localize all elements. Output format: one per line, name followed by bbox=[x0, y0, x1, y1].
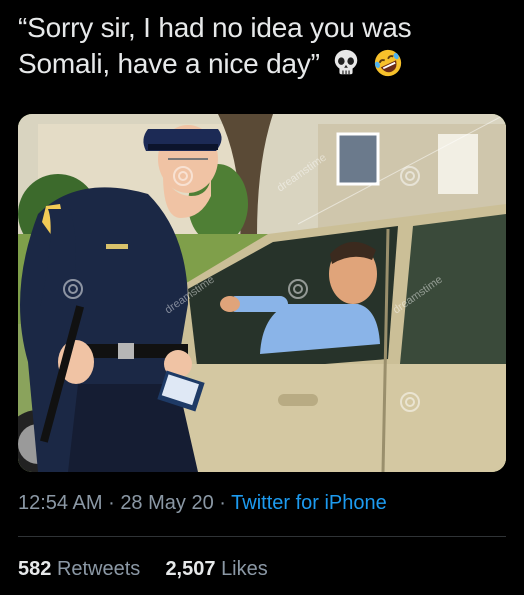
tweet-time[interactable]: 12:54 AM bbox=[18, 492, 103, 514]
meta-separator: · bbox=[219, 492, 226, 514]
retweets-count: 582 bbox=[18, 558, 52, 580]
tweet-date[interactable]: 28 May 20 bbox=[120, 492, 213, 514]
meta-separator: · bbox=[108, 492, 115, 514]
likes-label: Likes bbox=[221, 558, 268, 580]
likes-stat[interactable]: 2,507 Likes bbox=[165, 558, 267, 580]
rofl-emoji-icon bbox=[374, 49, 402, 77]
tweet-meta: 12:54 AM · 28 May 20 · Twitter for iPhon… bbox=[18, 492, 387, 515]
likes-count: 2,507 bbox=[165, 558, 216, 580]
divider bbox=[18, 536, 506, 537]
retweets-stat[interactable]: 582 Retweets bbox=[18, 558, 146, 580]
tweet-photo[interactable]: dreamstime dreamstime dreamstime bbox=[18, 114, 506, 472]
skull-emoji-icon bbox=[335, 49, 358, 75]
tweet-source-link[interactable]: Twitter for iPhone bbox=[231, 492, 387, 514]
tweet-text-block: “Sorry sir, I had no idea you was Somali… bbox=[18, 10, 508, 82]
photo-illustration: dreamstime dreamstime dreamstime bbox=[18, 114, 506, 472]
retweets-label: Retweets bbox=[56, 558, 141, 580]
tweet-stats: 582 Retweets 2,507 Likes bbox=[18, 558, 268, 581]
